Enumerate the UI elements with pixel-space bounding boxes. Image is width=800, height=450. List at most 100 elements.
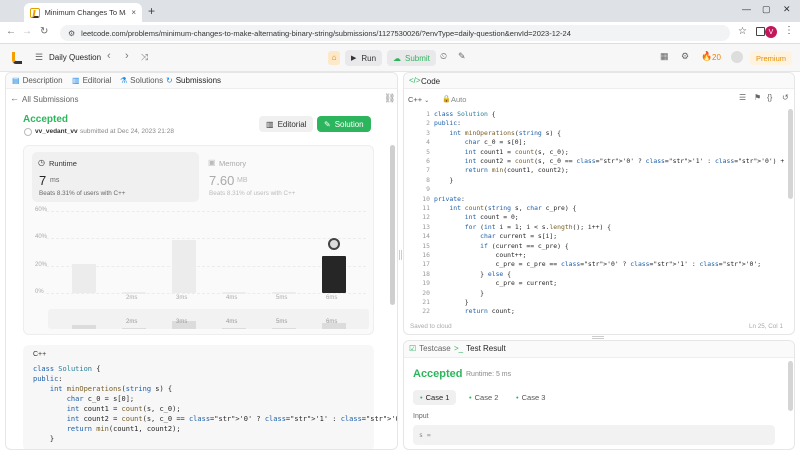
editor-line[interactable]: 5 int count1 = count(s, c_0); — [406, 148, 786, 158]
runtime-bar[interactable] — [322, 256, 346, 293]
y-tick-label: 0% — [35, 289, 44, 295]
tab-testcase[interactable]: ☑ Testcase — [409, 344, 451, 353]
user-avatar[interactable] — [731, 51, 743, 63]
book-icon: ▥ — [266, 119, 274, 129]
forward-icon[interactable]: → — [22, 26, 32, 37]
test-scrollbar[interactable] — [788, 361, 793, 411]
input-box[interactable]: s = — [413, 425, 775, 445]
minimap-bar — [72, 324, 96, 329]
editor-line[interactable]: 7 return min(count1, count2); — [406, 166, 786, 176]
case-1-tab[interactable]: • Case 1 — [413, 390, 457, 405]
vertical-splitter-handle[interactable] — [399, 250, 402, 260]
layout-icon[interactable]: ▦ — [660, 51, 669, 62]
back-arrow-icon[interactable]: ← — [10, 93, 19, 103]
tab-description[interactable]: ▤ Description — [12, 76, 63, 85]
runtime-bar[interactable] — [172, 239, 196, 293]
tab-test-result[interactable]: >_ Test Result — [454, 344, 506, 353]
editor-line[interactable]: 19 c_pre = current; — [406, 279, 786, 289]
case-3-tab[interactable]: • Case 3 — [509, 390, 552, 405]
debug-icon[interactable]: ⌂ — [328, 51, 340, 65]
editor-line[interactable]: 9 — [406, 185, 786, 195]
shuffle-icon[interactable]: ⤨ — [141, 52, 148, 63]
reset-icon[interactable]: ↺ — [782, 93, 789, 102]
profile-avatar[interactable]: V — [765, 26, 777, 38]
chevron-down-icon: ⌄ — [424, 98, 430, 104]
prev-problem-icon[interactable]: ‹ — [107, 50, 111, 62]
minimize-icon[interactable]: — — [742, 4, 751, 14]
editor-line[interactable]: 4 char c_0 = s[0]; — [406, 138, 786, 148]
tab-testcase-label: Testcase — [419, 344, 451, 353]
memory-box[interactable]: ▣ Memory 7.60 MB Beats 8.31% of users wi… — [202, 152, 367, 202]
editor-line[interactable]: 1 class Solution { — [406, 110, 786, 120]
tab-solutions[interactable]: ⚗ Solutions — [120, 76, 163, 85]
editor-line[interactable]: 20 } — [406, 289, 786, 299]
new-tab-button[interactable]: + — [148, 4, 155, 18]
settings-gear-icon[interactable]: ⚙ — [681, 51, 689, 62]
editor-line[interactable]: 21 } — [406, 298, 786, 308]
submitter-name[interactable]: vv_vedant_vv — [35, 128, 78, 135]
line-number: 5 — [426, 147, 430, 156]
editorial-button[interactable]: ▥ Editorial — [259, 116, 314, 132]
submit-button[interactable]: ☁ Submit — [387, 50, 436, 66]
auto-mode[interactable]: Auto — [451, 95, 466, 104]
runtime-bar[interactable] — [272, 291, 296, 294]
solution-button[interactable]: ✎ Solution — [317, 116, 371, 132]
browser-menu-icon[interactable]: ⋮ — [784, 25, 794, 36]
runtime-box[interactable]: ◷ Runtime 7 ms Beats 8.31% of users with… — [32, 152, 199, 202]
problem-list-icon[interactable]: ☰ — [35, 52, 43, 63]
lock-icon: 🔒 — [442, 96, 451, 103]
leetcode-logo[interactable] — [12, 52, 22, 64]
bookmark-star-icon[interactable]: ☆ — [738, 26, 747, 37]
braces-icon[interactable]: {} — [767, 93, 772, 102]
memory-unit: MB — [237, 177, 248, 184]
tab-close-icon[interactable]: × — [131, 8, 136, 17]
editor-line[interactable]: 8 } — [406, 176, 786, 186]
format-icon[interactable]: ☰ — [739, 93, 746, 102]
language-select[interactable]: C++ ⌄ — [408, 95, 429, 104]
share-link-icon[interactable]: ⛓ — [384, 93, 395, 104]
maximize-icon[interactable]: ▢ — [762, 4, 771, 15]
editor-line[interactable]: 15 if (current == c_pre) { — [406, 242, 786, 252]
run-button[interactable]: ▶ Run — [345, 50, 383, 66]
timer-icon[interactable]: ⏲ — [440, 51, 447, 62]
tab-editorial[interactable]: ▥ Editorial — [72, 76, 111, 85]
case-3-label: Case 3 — [521, 393, 546, 402]
editor-line[interactable]: 16 count++; — [406, 251, 786, 261]
browser-tab[interactable]: Minimum Changes To Make Alte × — [24, 3, 142, 22]
editor-line[interactable]: 18 } else { — [406, 270, 786, 280]
reload-icon[interactable]: ↻ — [40, 26, 48, 37]
tab-submissions[interactable]: ↻ Submissions — [166, 76, 221, 85]
editor-line[interactable]: 6 int count2 = count(s, c_0 == class="st… — [406, 157, 786, 167]
premium-button[interactable]: Premium — [750, 51, 792, 65]
all-submissions-link[interactable]: All Submissions — [22, 95, 78, 104]
bookmark-icon[interactable]: ⚑ — [754, 93, 761, 102]
runtime-bar[interactable] — [222, 291, 246, 294]
next-problem-icon[interactable]: › — [125, 50, 129, 62]
runtime-bar[interactable] — [72, 264, 96, 293]
editor-line[interactable]: 11 int count(string s, char c_pre) { — [406, 204, 786, 214]
left-scrollbar[interactable] — [390, 145, 395, 305]
daily-question-label[interactable]: Daily Question — [49, 53, 101, 62]
leetcode-header: ☰ Daily Question ‹ › ⤨ ⌂ ▶ Run ☁ Submit … — [0, 44, 800, 72]
back-icon[interactable]: ← — [6, 26, 16, 37]
code-editor[interactable]: 1 class Solution {2 public: 3 int minOperat… — [406, 110, 786, 314]
runtime-bar[interactable] — [122, 291, 146, 294]
notes-icon[interactable]: ✎ — [458, 51, 466, 62]
horizontal-splitter-handle[interactable] — [592, 336, 604, 339]
site-info-icon[interactable]: ⚙ — [68, 29, 75, 38]
editor-line[interactable]: 10 private: — [406, 195, 786, 205]
editor-scrollbar[interactable] — [788, 109, 793, 199]
streak-count[interactable]: 20 — [712, 53, 721, 62]
editor-line[interactable]: 13 for (int i = 1; i < s.length(); i++) … — [406, 223, 786, 233]
editor-line[interactable]: 14 char current = s[i]; — [406, 232, 786, 242]
case-2-tab[interactable]: • Case 2 — [462, 390, 505, 405]
line-code: count++; — [434, 251, 527, 259]
sidepanel-icon[interactable] — [756, 27, 765, 36]
editor-line[interactable]: 22 return count; — [406, 307, 786, 314]
editor-line[interactable]: 2 public: — [406, 119, 786, 129]
editor-line[interactable]: 12 int count = 0; — [406, 213, 786, 223]
url-field[interactable]: ⚙ leetcode.com/problems/minimum-changes-… — [60, 25, 730, 41]
editor-line[interactable]: 17 c_pre = c_pre == class="str">'0' ? cl… — [406, 260, 786, 270]
editor-line[interactable]: 3 int minOperations(string s) { — [406, 129, 786, 139]
close-window-icon[interactable]: ✕ — [783, 4, 791, 15]
